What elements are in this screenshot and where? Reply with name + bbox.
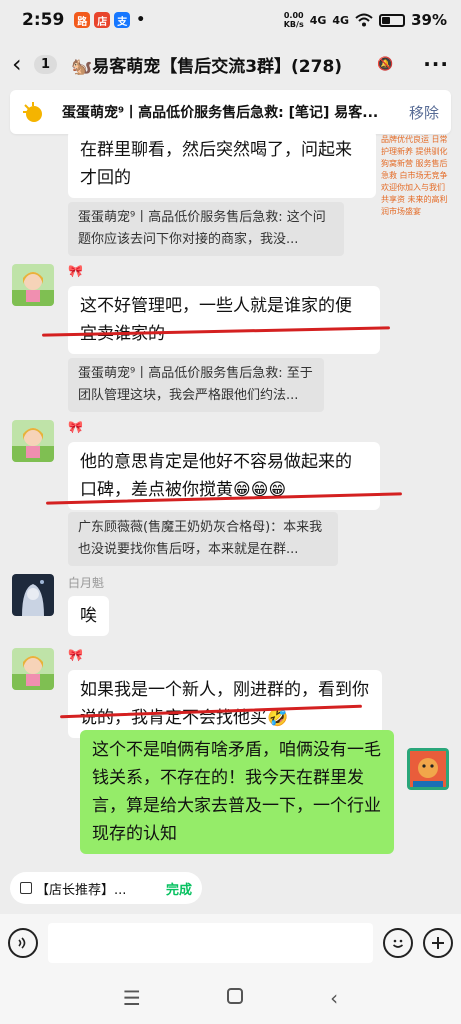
pinned-remove-button[interactable]: 移除 bbox=[409, 102, 439, 123]
battery-percent: 39% bbox=[411, 11, 447, 29]
message-bubble[interactable]: 在群里聊看，然后突然喝了，问起来才回的 bbox=[68, 134, 376, 198]
quoted-reply[interactable]: 蛋蛋萌宠⁹丨高品低价服务售后急救: 这个问题你应该去问下你对接的商家，我没... bbox=[68, 202, 344, 256]
quoted-reply[interactable]: 蛋蛋萌宠⁹丨高品低价服务售后急救: 至于团队管理这块，我会严格跟他们约法... bbox=[68, 358, 324, 412]
emoji-icon[interactable] bbox=[383, 928, 413, 958]
avatar[interactable] bbox=[12, 574, 54, 616]
message-bubble[interactable]: 这不好管理吧，一些人就是谁家的便宜卖谁家的 bbox=[68, 286, 380, 354]
unread-count-badge[interactable]: 1 bbox=[34, 54, 58, 74]
more-options-icon[interactable]: ··· bbox=[423, 52, 449, 76]
alipay-icon: 支 bbox=[114, 12, 131, 28]
avatar[interactable] bbox=[12, 264, 54, 306]
sender-nickname: 🎀 bbox=[68, 420, 83, 434]
system-navigation-bar: ☰ ‹ bbox=[0, 972, 461, 1024]
signal-icon: 4G bbox=[332, 13, 350, 27]
back-nav-icon[interactable]: ‹ bbox=[330, 986, 338, 1010]
signal-icon: 4G bbox=[309, 13, 327, 27]
recent-apps-icon[interactable]: ☰ bbox=[123, 986, 141, 1010]
pinned-message-bar[interactable]: 蛋蛋萌宠⁹丨高品低价服务售后急救: [笔记] 易客... 移除 bbox=[10, 90, 451, 134]
mute-bell-icon: 🔕 bbox=[377, 56, 394, 72]
app-notification-icon: 店 bbox=[94, 12, 111, 28]
battery-icon bbox=[379, 13, 406, 27]
back-arrow-icon[interactable]: ‹ bbox=[12, 50, 34, 78]
sender-nickname: 白月魁 bbox=[68, 576, 105, 590]
chat-header: ‹ 1 🐿️易客萌宠【售后交流3群】(278) 🔕 ··· bbox=[0, 42, 461, 86]
home-icon[interactable] bbox=[226, 986, 244, 1010]
sender-nickname: 🎀 bbox=[68, 264, 83, 278]
own-message-bubble[interactable]: 这个不是咱俩有啥矛盾，咱俩没有一毛钱关系，不存在的！我今天在群里发言，算是给大家… bbox=[80, 730, 394, 854]
own-avatar[interactable] bbox=[407, 748, 449, 790]
app-notification-icon: 路 bbox=[74, 12, 91, 28]
sender-nickname: 🎀 bbox=[68, 648, 83, 662]
quick-menu-label: 【店长推荐】... bbox=[36, 882, 127, 898]
done-button[interactable]: 完成 bbox=[166, 879, 192, 898]
plus-more-icon[interactable] bbox=[423, 928, 453, 958]
more-notifications-icon: • bbox=[136, 12, 146, 28]
avatar[interactable] bbox=[12, 420, 54, 462]
voice-input-icon[interactable] bbox=[8, 928, 38, 958]
quick-menu-chip[interactable]: 【店长推荐】... 完成 bbox=[10, 872, 202, 904]
message-bubble[interactable]: 如果我是一个新人，刚进群的，看到你说的，我肯定不会找他买🤣 bbox=[68, 670, 382, 738]
message-bubble[interactable]: 唉 bbox=[68, 596, 109, 636]
chat-title: 🐿️易客萌宠【售后交流3群】(278) bbox=[71, 56, 343, 77]
message-input-bar bbox=[0, 914, 461, 972]
chat-message-list[interactable]: 品牌优代良运 日常护理新养 提供驯化狗窝新营 服务售后急救 白市场无竞争 欢迎你… bbox=[0, 134, 461, 859]
announcement-icon bbox=[23, 102, 42, 122]
avatar[interactable] bbox=[12, 648, 54, 690]
network-speed: 0.00 KB/s bbox=[283, 11, 304, 29]
quoted-reply[interactable]: 广东顾薇薇(售魔王奶奶灰合格母)：本来我也没说要找你售后呀，本来就是在群... bbox=[68, 512, 338, 566]
image-message-peek[interactable]: 品牌优代良运 日常护理新养 提供驯化狗窝新营 服务售后急救 白市场无竞争 欢迎你… bbox=[381, 134, 451, 218]
shop-icon bbox=[20, 882, 32, 894]
pinned-message-text: 蛋蛋萌宠⁹丨高品低价服务售后急救: [笔记] 易客... bbox=[62, 105, 379, 121]
message-text-input[interactable] bbox=[48, 923, 373, 963]
status-bar: 2:59 路 店 支 • 0.00 KB/s 4G 4G 39% bbox=[0, 0, 461, 40]
status-time: 2:59 bbox=[22, 10, 65, 30]
wifi-icon bbox=[355, 13, 373, 27]
